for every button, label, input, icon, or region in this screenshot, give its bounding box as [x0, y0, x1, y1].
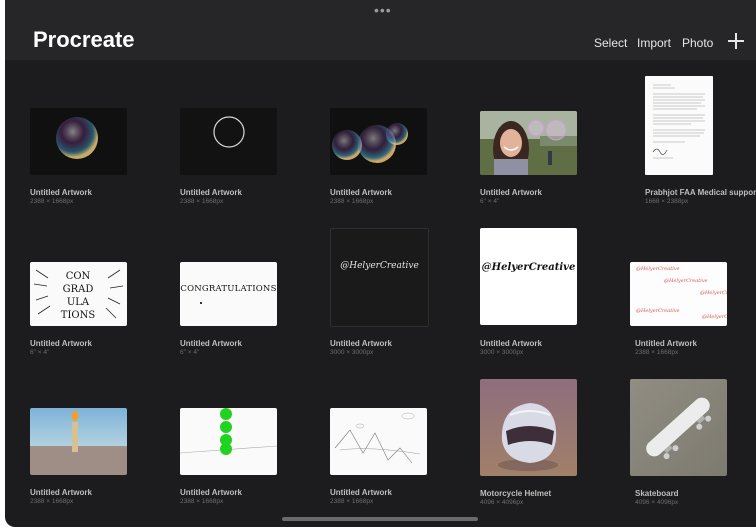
- artwork-thumbnail: [645, 76, 713, 175]
- svg-text:CON: CON: [66, 271, 91, 282]
- artwork-dimensions: 4096 × 4096px: [635, 499, 679, 506]
- artwork-thumbnail: CONGRATULATIONS: [180, 262, 277, 326]
- gallery-item[interactable]: CONGRATULATIONS Untitled Artwork 6" × 4": [180, 262, 300, 372]
- gallery-item[interactable]: Motorcycle Helmet 4096 × 4096px: [480, 379, 600, 506]
- artwork-name: Untitled Artwork: [180, 339, 242, 348]
- artwork-name: Untitled Artwork: [330, 488, 392, 497]
- more-dots-icon[interactable]: •••: [374, 3, 392, 17]
- procreate-gallery-screen: ••• Procreate Select Import Photo Untitl: [5, 0, 756, 527]
- artwork-dimensions: 3000 × 3000px: [480, 349, 524, 356]
- artwork-dimensions: 1668 × 2388px: [645, 198, 689, 205]
- artwork-name: Untitled Artwork: [330, 188, 392, 197]
- gallery-item[interactable]: @HelyerCreative @HelyerCreative @HelyerC…: [630, 262, 750, 372]
- artwork-thumbnail: [480, 111, 577, 175]
- artwork-thumbnail: [330, 108, 427, 175]
- artwork-thumbnail: CON GRAD ULA TIONS: [30, 262, 127, 326]
- artwork-thumbnail: @HelyerCreative: [480, 228, 577, 325]
- artwork-thumbnail: [180, 108, 277, 175]
- artwork-dimensions: 4096 × 4096px: [480, 499, 524, 506]
- artwork-dimensions: 2388 × 1668px: [180, 198, 224, 205]
- artwork-thumbnail: [30, 108, 127, 175]
- gallery-item[interactable]: Skateboard 4096 × 4096px: [630, 379, 750, 506]
- gallery-item[interactable]: Untitled Artwork 2388 × 1668px: [30, 108, 150, 218]
- photo-button[interactable]: Photo: [682, 36, 713, 50]
- artwork-name: Untitled Artwork: [30, 339, 92, 348]
- artwork-dimensions: 6" × 4": [30, 349, 50, 356]
- artwork-name: Untitled Artwork: [480, 339, 542, 348]
- artwork-dimensions: 2388 × 1668px: [330, 498, 374, 505]
- artwork-dimensions: 2388 × 1668px: [635, 349, 679, 356]
- signature-lettering: @HelyerCreative: [340, 261, 419, 271]
- artwork-dimensions: 2388 × 1668px: [30, 198, 74, 205]
- artwork-thumbnail: [30, 408, 127, 475]
- pattern-signature: @HelyerCreative: [636, 266, 680, 272]
- gallery-item[interactable]: Untitled Artwork 2388 × 1668px: [330, 108, 450, 218]
- gallery-item[interactable]: @HelyerCreative Untitled Artwork 3000 × …: [480, 228, 600, 356]
- artwork-thumbnail: [180, 408, 277, 475]
- artwork-name: Skateboard: [635, 489, 679, 498]
- pattern-signature: @HelyerCreative: [664, 278, 708, 284]
- artwork-dimensions: 2388 × 1668px: [180, 498, 224, 505]
- artwork-name: Untitled Artwork: [330, 339, 392, 348]
- gallery-item[interactable]: Untitled Artwork 6" × 4": [480, 108, 600, 218]
- pattern-signature: @HelyerCreative: [702, 314, 727, 320]
- artwork-name: Untitled Artwork: [635, 339, 697, 348]
- svg-text:TIONS: TIONS: [61, 310, 96, 321]
- artwork-name: Untitled Artwork: [180, 188, 242, 197]
- gallery-item[interactable]: Untitled Artwork 2388 × 1668px: [180, 408, 300, 518]
- gallery-item[interactable]: Untitled Artwork 2388 × 1668px: [330, 408, 450, 518]
- artwork-dimensions: 6" × 4": [480, 198, 500, 205]
- artwork-name: Untitled Artwork: [180, 488, 242, 497]
- gallery-header: ••• Procreate Select Import Photo: [5, 0, 756, 60]
- artwork-thumbnail: @HelyerCreative: [330, 228, 429, 327]
- artwork-dimensions: 6" × 4": [180, 349, 200, 356]
- congratulations-lettering: CONGRATULATIONS: [180, 284, 277, 294]
- artwork-dimensions: 2388 × 1668px: [30, 498, 74, 505]
- svg-text:ULA: ULA: [67, 297, 90, 308]
- gallery-item[interactable]: CON GRAD ULA TIONS Untitled Artwork 6" ×…: [30, 262, 150, 372]
- svg-text:GRAD: GRAD: [63, 284, 94, 295]
- artwork-dimensions: 3000 × 3000px: [330, 349, 374, 356]
- gallery-item[interactable]: Untitled Artwork 2388 × 1668px: [30, 408, 150, 518]
- pattern-signature: @HelyerCreative: [700, 290, 727, 296]
- artwork-name: Motorcycle Helmet: [480, 489, 552, 498]
- gallery-item[interactable]: Prabhjot FAA Medical support le 1668 × 2…: [645, 76, 756, 205]
- artwork-thumbnail: [480, 379, 577, 476]
- artwork-name: Untitled Artwork: [30, 188, 92, 197]
- signature-lettering: @HelyerCreative: [481, 262, 576, 273]
- pattern-signature: @HelyerCreative: [636, 308, 680, 314]
- artwork-thumbnail: @HelyerCreative @HelyerCreative @HelyerC…: [630, 262, 727, 326]
- plus-icon[interactable]: [727, 32, 745, 50]
- artwork-thumbnail: [630, 379, 727, 476]
- artwork-name: Untitled Artwork: [480, 188, 542, 197]
- import-button[interactable]: Import: [637, 36, 671, 50]
- artwork-dimensions: 2388 × 1668px: [330, 198, 374, 205]
- paint-dot: [200, 302, 202, 304]
- gallery-item[interactable]: @HelyerCreative Untitled Artwork 3000 × …: [330, 228, 450, 356]
- artwork-name: Prabhjot FAA Medical support le: [645, 188, 756, 197]
- app-title: Procreate: [33, 27, 135, 52]
- artwork-name: Untitled Artwork: [30, 488, 92, 497]
- home-indicator[interactable]: [282, 517, 478, 521]
- select-button[interactable]: Select: [594, 36, 627, 50]
- gallery-item[interactable]: Untitled Artwork 2388 × 1668px: [180, 108, 300, 218]
- artwork-thumbnail: [330, 408, 427, 475]
